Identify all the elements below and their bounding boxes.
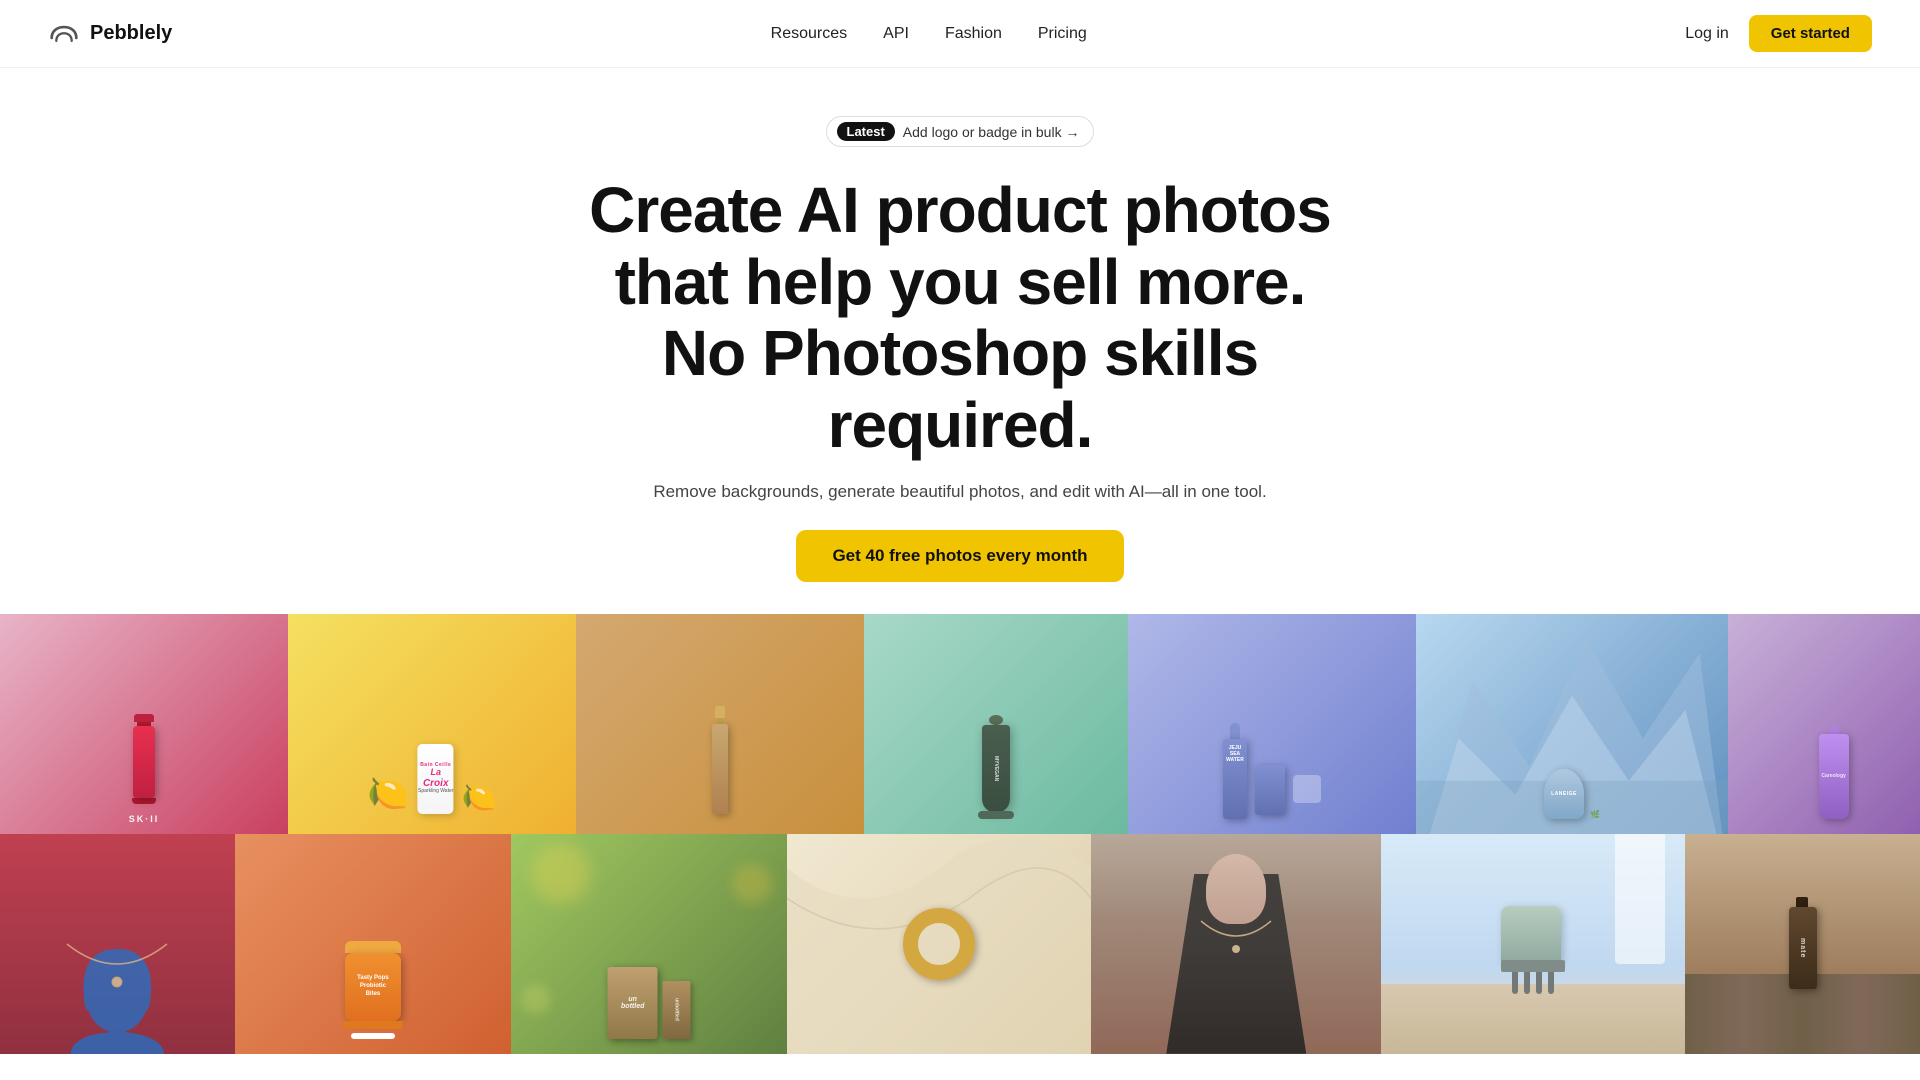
brand-name: Pebblely — [90, 22, 172, 45]
badge-link-text: Add logo or badge in bulk → — [903, 124, 1080, 140]
gallery-item-lacroix[interactable]: 🍋 Bain Ceille La Croix Sparkling Water 🍋 — [288, 614, 576, 834]
badge-latest-label: Latest — [837, 122, 895, 141]
latest-badge[interactable]: Latest Add logo or badge in bulk → — [826, 116, 1095, 147]
gallery-item-chair[interactable] — [1381, 834, 1685, 1054]
hero-subtext: Remove backgrounds, generate beautiful p… — [20, 482, 1900, 502]
gallery-item-myvegan[interactable]: MYVEGAN — [864, 614, 1128, 834]
headline-line3: No Photoshop skills required. — [662, 317, 1258, 461]
hero-headline: Create AI product photos that help you s… — [560, 175, 1360, 462]
nav-resources[interactable]: Resources — [771, 25, 847, 43]
gallery-item-jeju[interactable]: JEJUSEAWATER — [1128, 614, 1416, 834]
gallery-item-necklace2[interactable] — [1091, 834, 1381, 1054]
logo[interactable]: Pebblely — [48, 22, 172, 45]
gallery-row-1: SK·II 🍋 Bain Ceille La Croix Sparkling W… — [0, 614, 1920, 834]
login-button[interactable]: Log in — [1685, 25, 1729, 43]
gallery-item-laneige[interactable]: LANEIGE 🌿 — [1416, 614, 1728, 834]
gallery-item-unbottled[interactable]: unbottled unbottled — [511, 834, 787, 1054]
gallery-item-serum[interactable] — [576, 614, 864, 834]
navbar: Pebblely Resources API Fashion Pricing L… — [0, 0, 1920, 68]
nav-right: Log in Get started — [1685, 15, 1872, 52]
nav-pricing[interactable]: Pricing — [1038, 25, 1087, 43]
get-started-button[interactable]: Get started — [1749, 15, 1872, 52]
headline-line2: that help you sell more. — [615, 246, 1306, 318]
gallery-item-ring[interactable] — [787, 834, 1091, 1054]
logo-icon — [48, 24, 80, 44]
nav-api[interactable]: API — [883, 25, 909, 43]
gallery-row-2: 👤 Tasty PopsProbioticBites — [0, 834, 1920, 1054]
gallery-item-mate[interactable]: mate — [1685, 834, 1920, 1054]
gallery-item-skii[interactable]: SK·II — [0, 614, 288, 834]
headline-line1: Create AI product photos — [589, 174, 1331, 246]
nav-fashion[interactable]: Fashion — [945, 25, 1002, 43]
gallery-item-necklace1[interactable]: 👤 — [0, 834, 235, 1054]
gallery-item-careology[interactable]: Careology — [1728, 614, 1920, 834]
cta-button[interactable]: Get 40 free photos every month — [796, 530, 1123, 582]
gallery-item-probiotic[interactable]: Tasty PopsProbioticBites — [235, 834, 511, 1054]
hero-section: Latest Add logo or badge in bulk → Creat… — [0, 68, 1920, 614]
nav-links: Resources API Fashion Pricing — [771, 25, 1087, 43]
